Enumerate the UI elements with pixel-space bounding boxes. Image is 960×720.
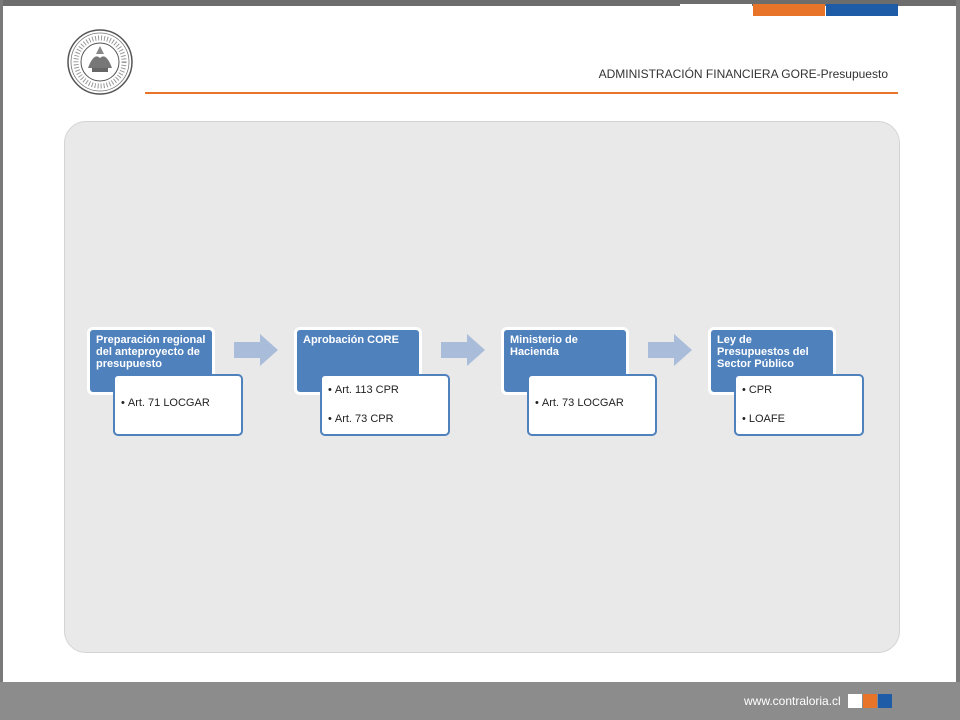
step-4-details: CPR LOAFE bbox=[734, 374, 864, 436]
step-2-item-2: Art. 73 CPR bbox=[328, 413, 444, 426]
top-accent-orange bbox=[753, 4, 825, 16]
right-frame-bar bbox=[956, 0, 960, 720]
step-1-details: Art. 71 LOCGAR bbox=[113, 374, 243, 436]
step-4-item-2: LOAFE bbox=[742, 413, 858, 426]
contraloria-seal-logo bbox=[67, 29, 133, 95]
step-2-details: Art. 113 CPR Art. 73 CPR bbox=[320, 374, 450, 436]
top-accent-blue bbox=[826, 4, 898, 16]
step-4-item-1: CPR bbox=[742, 384, 858, 397]
footer-square-white bbox=[848, 694, 862, 708]
arrow-right-icon bbox=[441, 334, 485, 366]
header-title: ADMINISTRACIÓN FINANCIERA GORE-Presupues… bbox=[598, 67, 888, 81]
footer-square-blue bbox=[878, 694, 892, 708]
footer-square-orange bbox=[863, 694, 877, 708]
arrow-right-icon bbox=[648, 334, 692, 366]
step-3-details: Art. 73 LOCGAR bbox=[527, 374, 657, 436]
arrow-right-icon bbox=[234, 334, 278, 366]
footer-url-link[interactable]: www.contraloria.cl bbox=[744, 694, 841, 708]
footer-bar: www.contraloria.cl bbox=[0, 682, 960, 720]
step-2-item-1: Art. 113 CPR bbox=[328, 384, 444, 397]
header-divider bbox=[145, 92, 898, 94]
left-frame-bar bbox=[0, 0, 3, 720]
step-1-item-1: Art. 71 LOCGAR bbox=[121, 397, 237, 410]
step-3-item-1: Art. 73 LOCGAR bbox=[535, 397, 651, 410]
top-accent-white bbox=[680, 4, 752, 7]
